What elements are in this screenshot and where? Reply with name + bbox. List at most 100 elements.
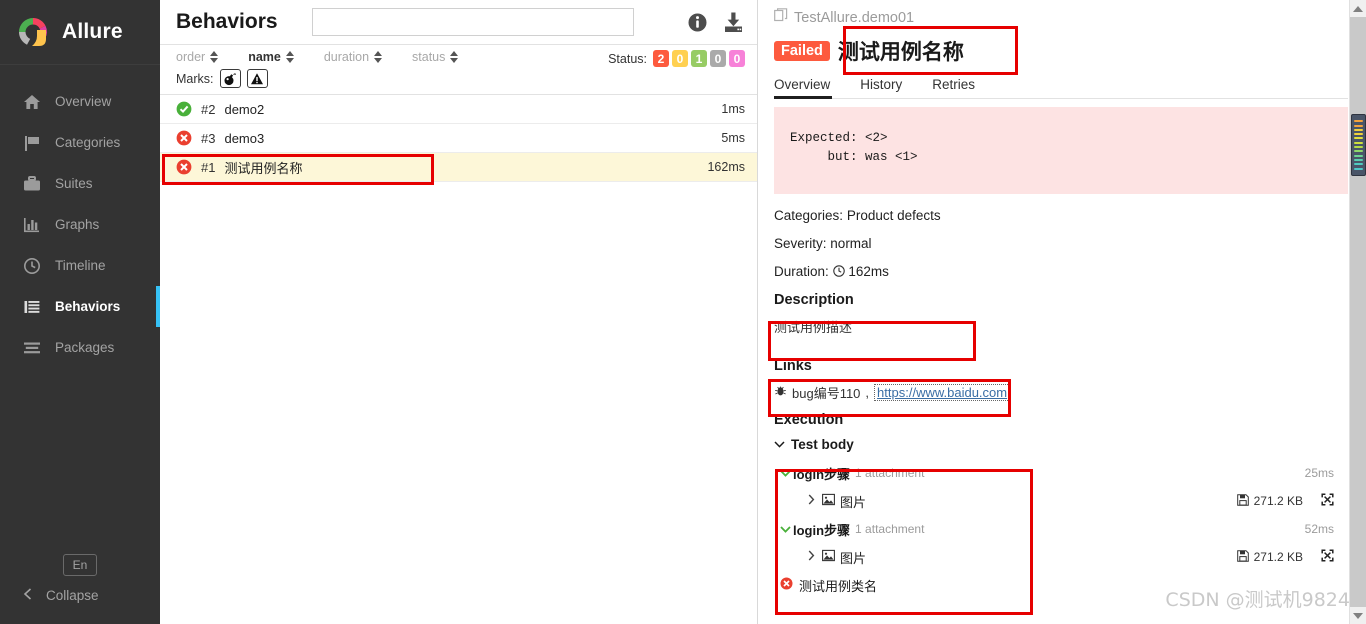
- test-case-list: #2 demo2 1ms #3 demo3 5ms #1 测试用例名称 162m…: [160, 95, 757, 624]
- sort-caret-icon: [374, 51, 383, 63]
- list-icon: [22, 297, 41, 316]
- sort-label: duration: [323, 50, 370, 64]
- table-row[interactable]: #1 测试用例名称 162ms: [160, 153, 757, 182]
- description-text: 测试用例描述: [774, 319, 853, 335]
- status-failed-icon: [176, 159, 192, 175]
- vertical-scrollbar[interactable]: [1349, 0, 1366, 624]
- sidebar-item-graphs[interactable]: Graphs: [0, 204, 160, 245]
- meta-duration: Duration: 162ms: [774, 264, 1348, 279]
- test-detail-panel: TestAllure.demo01 Failed 测试用例名称 Overview…: [758, 0, 1366, 624]
- chevron-right-icon: [808, 494, 815, 508]
- status-filter-label: Status:: [608, 51, 647, 66]
- sidebar-item-label: Timeline: [55, 258, 106, 273]
- scrollbar-thumb[interactable]: [1351, 114, 1366, 176]
- detail-metadata: Categories: Product defects Severity: no…: [758, 194, 1366, 600]
- sort-by-status[interactable]: status: [412, 50, 459, 64]
- flag-icon: [22, 133, 41, 152]
- test-body-toggle[interactable]: Test body: [774, 437, 1348, 452]
- attachment-item[interactable]: 图片 271.2 KB: [774, 488, 1348, 515]
- attachment-name: 图片: [840, 494, 867, 510]
- status-count-failed[interactable]: 2: [653, 50, 669, 67]
- step-item[interactable]: login步骤 1 attachment 52ms: [774, 515, 1348, 544]
- marks-label: Marks:: [176, 71, 214, 86]
- chevron-down-icon: [780, 522, 791, 537]
- clock-icon: [832, 264, 849, 279]
- sidebar-item-label: Graphs: [55, 217, 100, 232]
- attachment-name: 图片: [840, 550, 867, 566]
- sidebar: Allure Overview Categories Suites Graphs…: [0, 0, 160, 624]
- sidebar-item-behaviors[interactable]: Behaviors: [0, 286, 160, 327]
- attachment-size: 271.2 KB: [1253, 494, 1303, 509]
- test-body-label: Test body: [791, 436, 854, 452]
- image-file-icon: [822, 549, 835, 565]
- status-failed-icon: [176, 130, 192, 146]
- bug-icon: [774, 384, 787, 400]
- status-count-passed[interactable]: 1: [691, 50, 707, 67]
- sidebar-item-timeline[interactable]: Timeline: [0, 245, 160, 286]
- status-count-skipped[interactable]: 0: [710, 50, 726, 67]
- search-box[interactable]: [311, 8, 634, 36]
- bomb-icon[interactable]: [219, 69, 241, 88]
- scroll-down-arrow-icon[interactable]: [1350, 607, 1366, 624]
- meta-categories: Categories: Product defects: [774, 208, 1348, 223]
- link-url[interactable]: https://www.baidu.com: [874, 383, 1011, 401]
- table-row[interactable]: #2 demo2 1ms: [160, 95, 757, 124]
- home-icon: [22, 92, 41, 111]
- sidebar-item-packages[interactable]: Packages: [0, 327, 160, 368]
- step-duration: 52ms: [1304, 522, 1334, 537]
- row-order: #1: [201, 159, 216, 175]
- collapse-button[interactable]: Collapse: [0, 587, 160, 604]
- scrollbar-track[interactable]: [1350, 17, 1366, 607]
- save-icon[interactable]: [1236, 493, 1249, 509]
- step-duration: 25ms: [1304, 466, 1334, 481]
- sort-caret-icon: [450, 51, 459, 63]
- language-button[interactable]: En: [62, 554, 98, 576]
- detail-tabs: Overview History Retries: [774, 77, 1348, 99]
- breadcrumb[interactable]: TestAllure.demo01: [774, 0, 1348, 27]
- status-failed-icon: [780, 577, 793, 593]
- description-heading: Description: [774, 291, 854, 308]
- sort-label: order: [176, 50, 206, 64]
- allure-report-app: Allure Overview Categories Suites Graphs…: [0, 0, 1366, 624]
- sort-by-duration[interactable]: duration: [323, 50, 383, 64]
- brand[interactable]: Allure: [0, 0, 160, 65]
- sort-caret-icon: [210, 51, 219, 63]
- sidebar-item-categories[interactable]: Categories: [0, 122, 160, 163]
- bar-chart-icon: [22, 215, 41, 234]
- tab-overview[interactable]: Overview: [774, 77, 846, 99]
- fullscreen-icon[interactable]: [1321, 493, 1334, 509]
- copy-icon: [774, 8, 788, 27]
- status-count-unknown[interactable]: 0: [729, 50, 745, 67]
- status-count-broken[interactable]: 0: [672, 50, 688, 67]
- row-duration: 5ms: [721, 131, 745, 145]
- link-item[interactable]: bug编号110 , https://www.baidu.com: [774, 383, 1348, 402]
- fullscreen-icon[interactable]: [1321, 549, 1334, 565]
- search-input[interactable]: [312, 9, 633, 35]
- tab-history[interactable]: History: [860, 77, 918, 98]
- chevron-right-icon: [808, 550, 815, 564]
- marks-row: Marks:: [176, 69, 745, 88]
- tab-retries[interactable]: Retries: [932, 77, 991, 98]
- row-order: #3: [201, 130, 216, 146]
- sort-by-name[interactable]: name: [248, 50, 294, 64]
- breadcrumb-label: TestAllure.demo01: [794, 9, 915, 26]
- page-title: Behaviors: [176, 10, 278, 33]
- status-badge: Failed: [774, 41, 830, 61]
- attachment-size-group: 271.2 KB: [1236, 493, 1334, 509]
- scroll-up-arrow-icon[interactable]: [1350, 0, 1366, 17]
- collapse-label: Collapse: [46, 588, 99, 603]
- row-order: #2: [201, 101, 216, 117]
- detail-title-row: Failed 测试用例名称: [774, 36, 1348, 66]
- table-row[interactable]: #3 demo3 5ms: [160, 124, 757, 153]
- sidebar-item-suites[interactable]: Suites: [0, 163, 160, 204]
- download-icon[interactable]: [722, 12, 745, 33]
- meta-severity: Severity: normal: [774, 236, 1348, 251]
- sort-by-order[interactable]: order: [176, 50, 219, 64]
- info-icon[interactable]: [687, 12, 708, 33]
- step-item[interactable]: login步骤 1 attachment 25ms: [774, 459, 1348, 488]
- save-icon[interactable]: [1236, 549, 1249, 565]
- steps-container: login步骤 1 attachment 25ms 图片 271.2 KB lo…: [774, 459, 1348, 600]
- warning-triangle-icon[interactable]: [246, 69, 268, 88]
- attachment-item[interactable]: 图片 271.2 KB: [774, 544, 1348, 571]
- sidebar-item-overview[interactable]: Overview: [0, 81, 160, 122]
